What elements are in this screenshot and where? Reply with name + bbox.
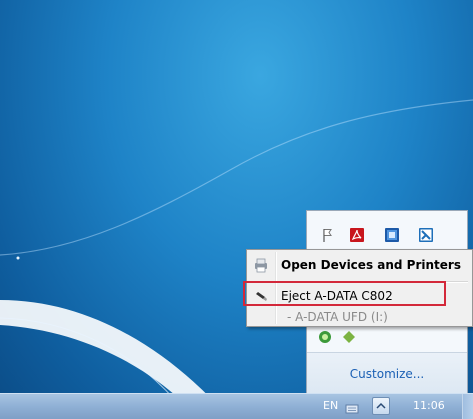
menu-item-open-devices[interactable]: Open Devices and Printers [249, 254, 470, 276]
show-hidden-icons-button[interactable] [372, 397, 390, 415]
chevron-up-icon [376, 402, 386, 409]
eject-highlight-box [243, 281, 446, 306]
green-app-2-icon[interactable] [341, 329, 357, 349]
show-desktop-button[interactable] [462, 394, 473, 419]
green-app-icon[interactable] [317, 329, 333, 349]
language-indicator[interactable]: EN [323, 399, 338, 412]
keyboard-icon[interactable] [345, 400, 359, 414]
taskbar: EN 11:06 [0, 393, 473, 419]
menu-item-label: - A-DATA UFD (I:) [287, 310, 388, 324]
flag-icon[interactable] [320, 226, 338, 244]
taskbar-clock[interactable]: 11:06 [413, 399, 445, 412]
devices-printers-icon [249, 254, 273, 276]
customize-link[interactable]: Customize... [307, 367, 467, 381]
menu-item-drive-volume: - A-DATA UFD (I:) [249, 306, 470, 328]
pdf-icon[interactable] [348, 226, 366, 244]
tray-icons-row-2 [317, 329, 357, 349]
blue-app-icon[interactable] [383, 226, 401, 244]
menu-item-label: Open Devices and Printers [281, 258, 461, 272]
blue-app-2-icon[interactable] [417, 226, 435, 244]
flyout-footer: Customize... [307, 352, 467, 393]
